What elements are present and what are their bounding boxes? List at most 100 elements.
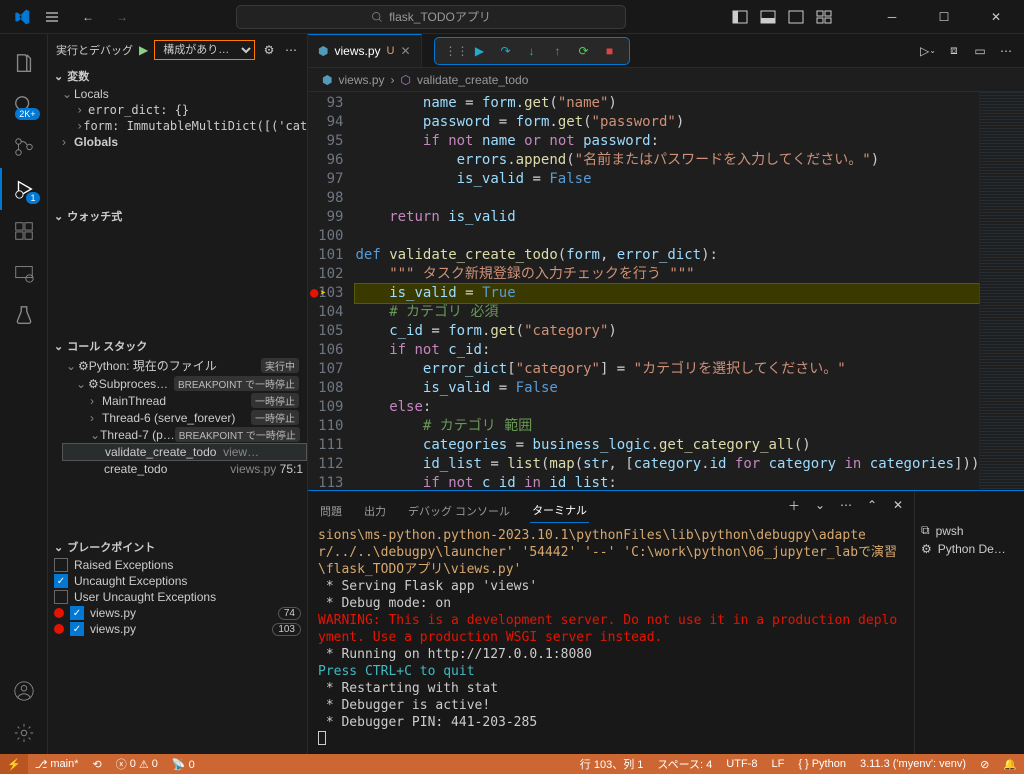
status-spaces[interactable]: スペース: 4 <box>650 754 719 774</box>
globals-node[interactable]: ›Globals <box>62 134 307 150</box>
checkbox[interactable] <box>54 558 68 572</box>
status-position[interactable]: 行 103、列 1 <box>573 754 651 774</box>
bp-uncaught-exceptions[interactable]: ✓Uncaught Exceptions <box>48 573 307 589</box>
layout-sidebar-right-icon[interactable] <box>788 9 804 25</box>
section-callstack[interactable]: ⌄コール スタック <box>48 336 307 356</box>
window-close[interactable]: ✕ <box>976 0 1016 34</box>
debug-config-select[interactable]: 構成があり… <box>154 40 255 60</box>
status-eol[interactable]: LF <box>764 754 791 774</box>
status-prettier[interactable]: ⊘ <box>973 754 996 774</box>
bp-file-2[interactable]: ✓views.py103 <box>48 621 307 637</box>
layout-sidebar-left-icon[interactable] <box>732 9 748 25</box>
debug-restart-icon[interactable]: ⟳ <box>575 44 593 58</box>
checkbox-checked[interactable]: ✓ <box>54 574 68 588</box>
customize-layout-icon[interactable] <box>816 9 832 25</box>
status-port[interactable]: 📡 0 <box>165 754 202 774</box>
callstack-mainthread[interactable]: ›MainThread一時停止 <box>62 392 307 409</box>
debug-toolbar: ⋮⋮ ▶ ↷ ↓ ↑ ⟳ ■ <box>434 37 630 65</box>
debug-stop-icon[interactable]: ■ <box>601 44 619 58</box>
status-python-version[interactable]: 3.11.3 ('myenv': venv) <box>853 754 973 774</box>
debug-drag-icon[interactable]: ⋮⋮ <box>445 44 463 58</box>
line-gutter: 93949596979899100101102●➤103104105106107… <box>308 92 355 490</box>
debug-step-into-icon[interactable]: ↓ <box>523 44 541 58</box>
layout-panel-icon[interactable] <box>760 9 776 25</box>
debug-continue-icon[interactable]: ▶ <box>471 44 489 58</box>
debug-step-out-icon[interactable]: ↑ <box>549 44 567 58</box>
more-icon[interactable]: ⋯ <box>283 42 299 58</box>
tab-views-py[interactable]: ⬢ views.py U ✕ <box>308 34 422 67</box>
checkbox-checked[interactable]: ✓ <box>70 606 84 620</box>
breakpoint-dot-icon <box>54 624 64 634</box>
activity-source-control[interactable] <box>0 126 48 168</box>
new-terminal-icon[interactable]: ＋ <box>786 497 802 513</box>
tab-terminal[interactable]: ターミナル <box>530 498 589 523</box>
terminal-pwsh[interactable]: ⧉pwsh <box>915 521 1024 540</box>
breakpoint-dot-icon <box>54 608 64 618</box>
callstack-thread6[interactable]: ›Thread-6 (serve_forever)一時停止 <box>62 409 307 426</box>
activity-accounts[interactable] <box>0 670 48 712</box>
terminal-content[interactable]: sions\ms-python.python-2023.10.1\pythonF… <box>308 523 914 754</box>
diff-icon[interactable]: ▭ <box>972 43 988 59</box>
checkbox[interactable] <box>54 590 68 604</box>
bp-file-1[interactable]: ✓views.py74 <box>48 605 307 621</box>
var-form[interactable]: ›form: ImmutableMultiDict([('cat… <box>76 118 307 134</box>
locals-node[interactable]: ⌄Locals <box>62 86 307 102</box>
panel-more-icon[interactable]: ⋯ <box>838 497 854 513</box>
window-minimize[interactable]: ─ <box>872 0 912 34</box>
activity-explorer[interactable] <box>0 42 48 84</box>
callstack-subprocess[interactable]: ⌄⚙ Subproces…BREAKPOINT で一時停止 <box>62 375 307 392</box>
status-sync[interactable]: ⟲ <box>86 754 109 774</box>
nav-forward-icon[interactable]: → <box>114 9 130 25</box>
status-remote[interactable]: ⚡ <box>0 754 28 774</box>
activity-run-debug[interactable]: 1 <box>0 168 48 210</box>
tab-close-icon[interactable]: ✕ <box>400 44 410 58</box>
status-branch[interactable]: ⎇ main* <box>28 754 86 774</box>
activity-extensions[interactable] <box>0 210 48 252</box>
section-watch[interactable]: ⌄ウォッチ式 <box>48 206 307 226</box>
frame-create-todo[interactable]: create_todoviews.py 75:1 <box>62 461 307 477</box>
callstack-python[interactable]: ⌄⚙ Python: 現在のファイル実行中 <box>62 356 307 375</box>
activity-search[interactable]: 2K+ <box>0 84 48 126</box>
activity-testing[interactable] <box>0 294 48 336</box>
search-icon <box>371 11 383 23</box>
split-editor-icon[interactable]: ⧈ <box>946 43 962 59</box>
minimap[interactable] <box>979 92 1024 490</box>
status-language[interactable]: { } Python <box>791 754 853 774</box>
tab-debug-console[interactable]: デバッグ コンソール <box>406 499 512 523</box>
callstack-thread7[interactable]: ⌄Thread-7 (p…BREAKPOINT で一時停止 <box>62 426 307 443</box>
status-encoding[interactable]: UTF-8 <box>719 754 764 774</box>
status-problems[interactable]: ⓧ 0 ⚠ 0 <box>109 754 165 774</box>
bp-user-uncaught-exceptions[interactable]: User Uncaught Exceptions <box>48 589 307 605</box>
menu-icon[interactable] <box>44 9 60 25</box>
bp-raised-exceptions[interactable]: Raised Exceptions <box>48 557 307 573</box>
search-badge: 2K+ <box>15 108 39 120</box>
code-editor[interactable]: 93949596979899100101102●➤103104105106107… <box>308 92 1024 490</box>
frame-validate-create-todo[interactable]: validate_create_todo view… <box>62 443 307 461</box>
tab-problems[interactable]: 問題 <box>318 499 344 523</box>
nav-back-icon[interactable]: ← <box>80 9 96 25</box>
terminal-python-debug[interactable]: ⚙Python De… <box>915 540 1024 558</box>
vscode-icon <box>14 9 30 25</box>
activity-settings[interactable] <box>0 712 48 754</box>
section-breakpoints[interactable]: ⌄ブレークポイント <box>48 537 307 557</box>
panel-close-icon[interactable]: ✕ <box>890 497 906 513</box>
terminal-dropdown-icon[interactable]: ⌄ <box>812 497 828 513</box>
code-content[interactable]: name = form.get("name") password = form.… <box>355 92 979 490</box>
run-icon[interactable]: ▷⌄ <box>920 43 936 59</box>
panel-maximize-icon[interactable]: ⌃ <box>864 497 880 513</box>
checkbox-checked[interactable]: ✓ <box>70 622 84 636</box>
start-debug-icon[interactable]: ▶ <box>139 43 148 57</box>
sidebar: 実行とデバッグ ▶ 構成があり… ⚙ ⋯ ⌄変数 ⌄Locals ›error_… <box>48 34 308 754</box>
editor-more-icon[interactable]: ⋯ <box>998 43 1014 59</box>
var-error-dict[interactable]: ›error_dict: {} <box>76 102 307 118</box>
debug-step-over-icon[interactable]: ↷ <box>497 44 515 58</box>
status-notifications[interactable]: 🔔 <box>996 754 1024 774</box>
section-variables[interactable]: ⌄変数 <box>48 66 307 86</box>
activity-remote[interactable] <box>0 252 48 294</box>
tab-output[interactable]: 出力 <box>362 499 388 523</box>
command-center[interactable]: flask_TODOアプリ <box>236 5 626 29</box>
breadcrumb[interactable]: ⬢views.py › ⬡validate_create_todo <box>308 68 1024 92</box>
window-maximize[interactable]: ☐ <box>924 0 964 34</box>
gear-icon[interactable]: ⚙ <box>261 42 277 58</box>
panel-tabs: 問題 出力 デバッグ コンソール ターミナル ＋ ⌄ ⋯ ⌃ ✕ <box>308 491 914 523</box>
